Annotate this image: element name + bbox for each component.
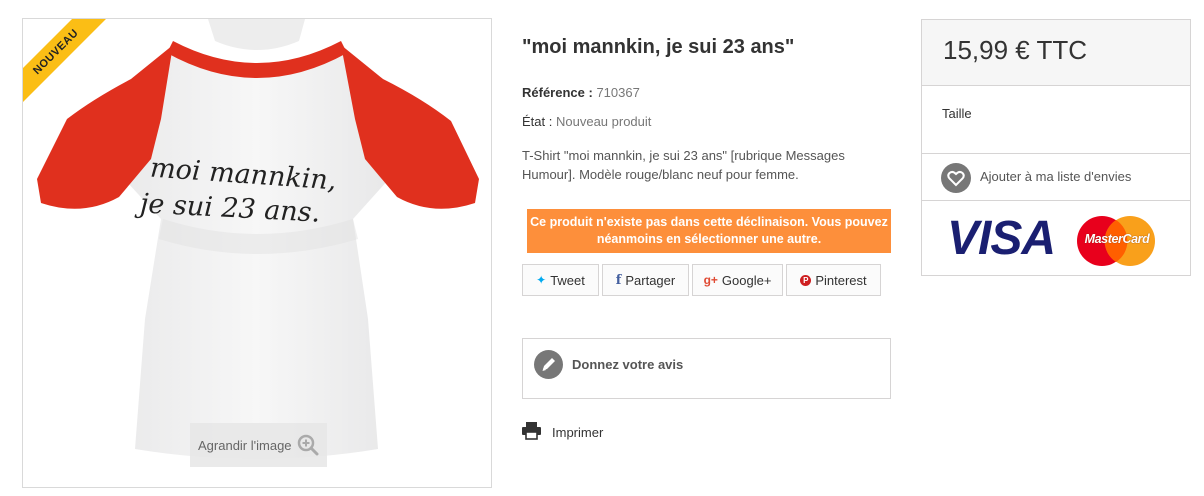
facebook-icon: f bbox=[615, 272, 622, 288]
payment-logos: VISA MasterCard bbox=[922, 200, 1190, 276]
tweet-label: Tweet bbox=[550, 272, 585, 288]
print-link[interactable]: Imprimer bbox=[522, 422, 603, 442]
product-image[interactable]: NOUVEAU moi mannkin, je sui 23 ans. Agra… bbox=[22, 18, 492, 488]
pinterest-button[interactable]: P Pinterest bbox=[786, 264, 881, 296]
enlarge-image-label: Agrandir l'image bbox=[198, 437, 292, 453]
enlarge-image-button[interactable]: Agrandir l'image bbox=[190, 423, 327, 467]
twitter-icon: ✦ bbox=[536, 273, 547, 287]
visa-logo: VISA bbox=[947, 212, 1056, 265]
printer-icon bbox=[522, 422, 541, 440]
size-label: Taille bbox=[942, 106, 972, 121]
zoom-in-icon bbox=[297, 434, 319, 456]
buy-box: 15,99 € TTC Taille Ajouter à ma liste d'… bbox=[921, 19, 1191, 276]
add-to-wishlist-button[interactable]: Ajouter à ma liste d'envies bbox=[922, 153, 1190, 195]
reference-value: 710367 bbox=[596, 85, 640, 100]
google-label: Google+ bbox=[721, 272, 772, 288]
facebook-share-button[interactable]: f Partager bbox=[602, 264, 689, 296]
new-badge: NOUVEAU bbox=[23, 19, 114, 110]
google-plus-icon: g+ bbox=[703, 273, 718, 287]
unavailable-combination-alert: Ce produit n'existe pas dans cette décli… bbox=[527, 209, 891, 253]
wishlist-label: Ajouter à ma liste d'envies bbox=[980, 169, 1132, 184]
write-review-button[interactable]: Donnez votre avis bbox=[522, 338, 891, 399]
write-review-label: Donnez votre avis bbox=[572, 357, 684, 372]
product-description: T-Shirt "moi mannkin, je sui 23 ans" [ru… bbox=[522, 148, 845, 182]
pinterest-icon: P bbox=[800, 274, 812, 286]
mastercard-text: MasterCard bbox=[1084, 232, 1150, 246]
condition-value: Nouveau produit bbox=[555, 114, 652, 129]
product-condition: État : Nouveau produit bbox=[522, 114, 651, 129]
tweet-button[interactable]: ✦ Tweet bbox=[522, 264, 599, 296]
google-plus-button[interactable]: g+ Google+ bbox=[692, 264, 783, 296]
share-label: Partager bbox=[625, 272, 676, 288]
heart-icon bbox=[941, 163, 971, 193]
pencil-icon bbox=[534, 350, 563, 379]
product-title: "moi mannkin, je sui 23 ans" bbox=[522, 36, 795, 58]
print-label: Imprimer bbox=[552, 425, 604, 440]
product-reference: Référence : 710367 bbox=[522, 85, 640, 100]
condition-label: État : bbox=[522, 114, 553, 129]
product-price: 15,99 € TTC bbox=[943, 35, 1088, 65]
pinterest-label: Pinterest bbox=[815, 272, 867, 288]
reference-label: Référence : bbox=[522, 85, 593, 100]
new-ribbon: NOUVEAU bbox=[23, 19, 124, 120]
